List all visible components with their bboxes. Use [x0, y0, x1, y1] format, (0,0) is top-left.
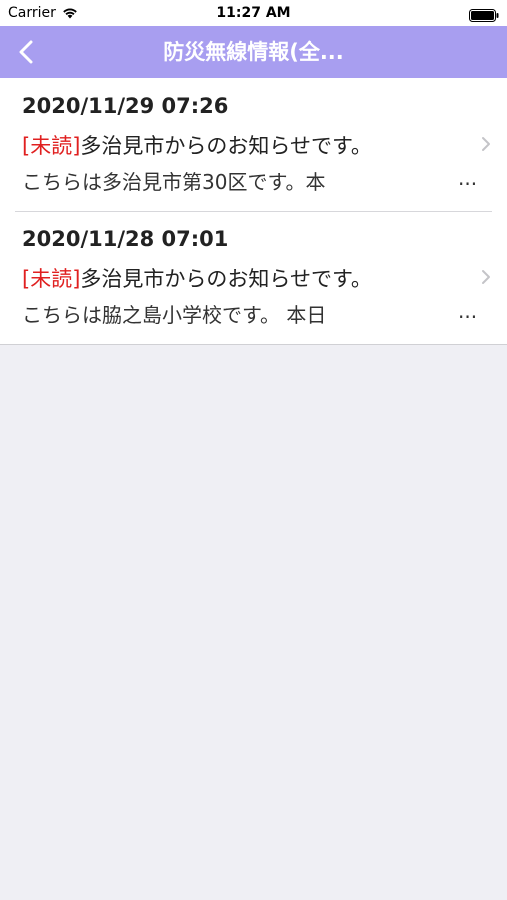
chevron-right-icon	[482, 137, 490, 151]
message-list: 2020/11/29 07:26 [未読]多治見市からのお知らせです。 こちらは…	[0, 78, 507, 345]
truncation-ellipsis: ...	[458, 166, 478, 190]
message-date: 2020/11/28 07:01	[22, 227, 229, 251]
chevron-left-icon	[19, 40, 33, 64]
back-button[interactable]	[4, 26, 48, 78]
chevron-right-icon	[482, 270, 490, 284]
message-row[interactable]: 2020/11/28 07:01 [未読]多治見市からのお知らせです。 こちらは…	[0, 211, 507, 344]
message-row[interactable]: 2020/11/29 07:26 [未読]多治見市からのお知らせです。 こちらは…	[0, 78, 507, 211]
message-preview: こちらは脇之島小学校です。 本日	[22, 303, 327, 327]
message-title-line: [未読]多治見市からのお知らせです。	[22, 263, 372, 293]
message-preview: こちらは多治見市第30区です。本	[22, 170, 326, 194]
navigation-bar: 防災無線情報(全...	[0, 26, 507, 78]
unread-badge: [未読]	[22, 134, 81, 158]
page-title: 防災無線情報(全...	[163, 40, 344, 64]
status-bar: Carrier 11:27 AM	[0, 0, 507, 26]
message-title: 多治見市からのお知らせです。	[80, 267, 372, 291]
message-title: 多治見市からのお知らせです。	[80, 134, 372, 158]
message-date: 2020/11/29 07:26	[22, 94, 229, 118]
message-title-line: [未読]多治見市からのお知らせです。	[22, 130, 372, 160]
truncation-ellipsis: ...	[458, 299, 478, 323]
battery-icon	[469, 7, 499, 22]
status-time: 11:27 AM	[216, 5, 291, 21]
unread-badge: [未読]	[22, 267, 81, 291]
